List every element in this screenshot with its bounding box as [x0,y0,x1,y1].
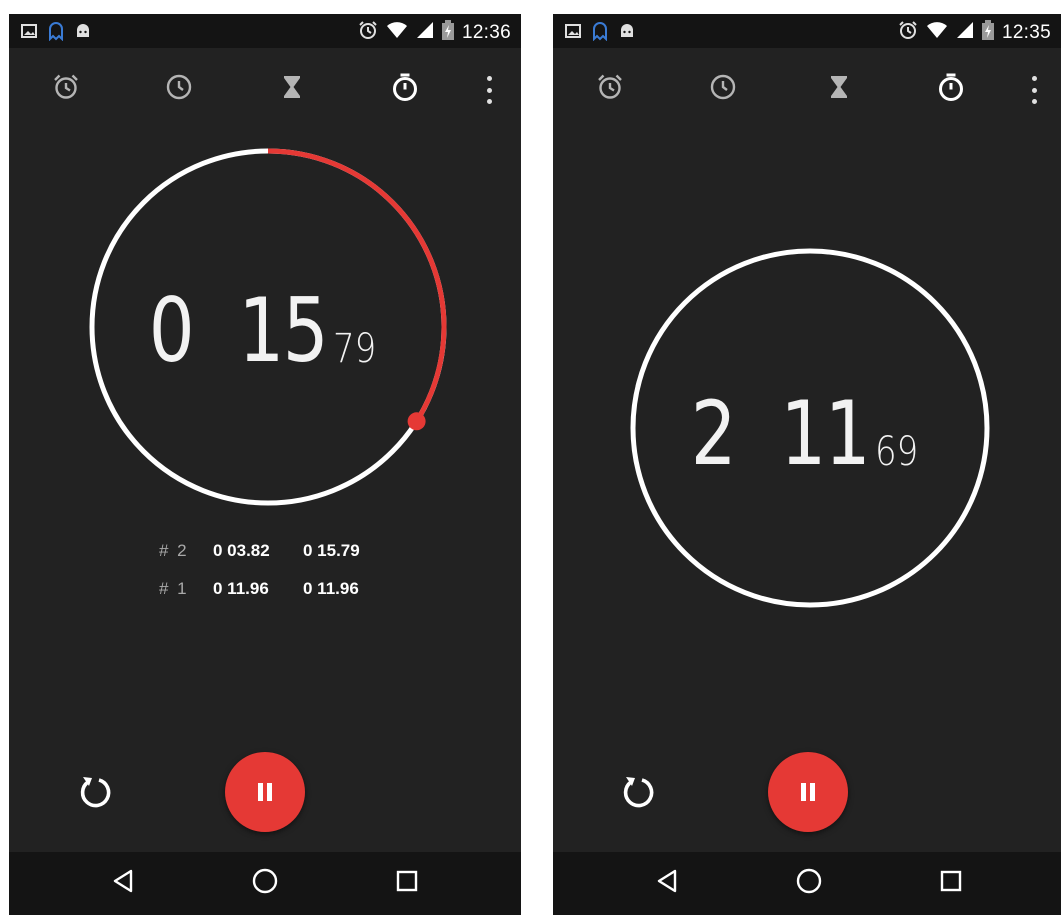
hourglass-icon [825,73,853,106]
navigation-bar [9,852,521,915]
recents-icon [395,869,419,898]
pause-icon [799,783,817,801]
back-button[interactable] [106,866,140,900]
overflow-menu-icon[interactable] [483,76,495,104]
stopwatch-icon [936,72,966,107]
tab-bar [553,66,1061,110]
status-bar: 12:36 [9,14,521,48]
lap-total-time: 0 11.96 [303,579,359,598]
pause-button[interactable] [225,752,305,832]
stopwatch-screen-left: 12:36 0 15 79 # 2 0 03.82 0 15.79 # 1 0 … [9,14,521,915]
ghost-notification-icon [47,21,65,46]
stopwatch-screen-right: 12:35 2 11 69 [553,14,1061,915]
reset-icon [618,773,658,818]
tab-bar [9,66,521,110]
back-icon [110,868,136,899]
hourglass-icon [278,73,306,106]
elapsed-seconds: 15 [238,279,328,382]
pause-icon [256,783,274,801]
tab-clock[interactable] [706,72,740,106]
tab-stopwatch[interactable] [934,72,968,106]
alarm-icon [52,73,80,106]
status-time: 12:36 [461,21,511,43]
recents-icon [939,869,963,898]
home-button[interactable] [792,866,826,900]
pause-button[interactable] [768,752,848,832]
stopwatch-icon [390,72,420,107]
lap-number: # 1 [159,579,189,598]
recents-button[interactable] [390,866,424,900]
elapsed-minutes: 2 [690,382,737,485]
signal-icon [956,21,974,44]
image-notification-icon [565,23,581,44]
battery-charging-icon [441,20,454,45]
tab-alarm[interactable] [593,72,627,106]
list-item: # 2 0 03.82 0 15.79 [159,532,393,570]
lap-time: 0 03.82 [213,541,270,560]
back-icon [654,868,680,899]
elapsed-seconds: 11 [780,382,870,485]
recents-button[interactable] [934,866,968,900]
navigation-bar [553,852,1061,915]
status-time: 12:35 [1001,21,1051,43]
wifi-icon [926,21,948,44]
back-button[interactable] [650,866,684,900]
elapsed-time: 2 11 69 [681,390,926,478]
reset-icon [75,773,115,818]
reset-button[interactable] [616,773,660,817]
battery-charging-icon [981,20,994,45]
clock-icon [709,73,737,106]
home-icon [795,867,823,900]
lap-number: # 2 [159,541,189,560]
alarm-icon [596,73,624,106]
alarm-status-icon [358,20,378,45]
image-notification-icon [21,23,37,44]
home-button[interactable] [248,866,282,900]
status-bar: 12:35 [553,14,1061,48]
list-item: # 1 0 11.96 0 11.96 [159,570,393,608]
lap-list: # 2 0 03.82 0 15.79 # 1 0 11.96 0 11.96 [159,532,393,608]
tab-stopwatch[interactable] [388,72,422,106]
elapsed-time: 0 15 79 [139,287,384,375]
overflow-menu-icon[interactable] [1028,76,1040,104]
home-icon [251,867,279,900]
ghost-notification-icon [591,21,609,46]
tab-timer[interactable] [822,72,856,106]
android-notification-icon [619,23,635,44]
elapsed-hundredths: 79 [332,326,377,372]
tab-timer[interactable] [275,72,309,106]
elapsed-hundredths: 69 [874,429,919,475]
lap-total-time: 0 15.79 [303,541,360,560]
elapsed-minutes: 0 [148,279,195,382]
signal-icon [416,21,434,44]
android-notification-icon [75,23,91,44]
tab-clock[interactable] [162,72,196,106]
alarm-status-icon [898,20,918,45]
clock-icon [165,73,193,106]
wifi-icon [386,21,408,44]
dial-progress-marker [407,412,426,431]
tab-alarm[interactable] [49,72,83,106]
lap-time: 0 11.96 [213,579,269,598]
reset-button[interactable] [73,773,117,817]
